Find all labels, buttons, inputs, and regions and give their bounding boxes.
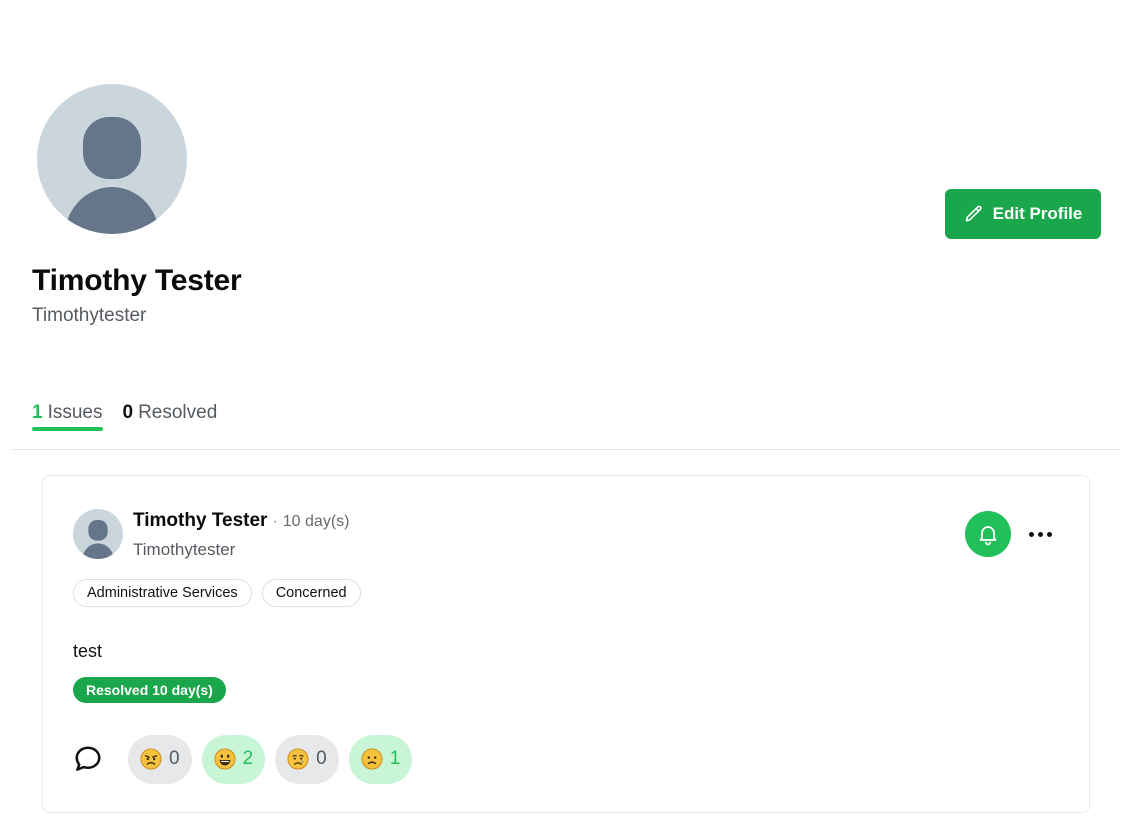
reaction-worried-button[interactable]: 1: [348, 734, 413, 784]
profile-name: Timothy Tester: [32, 264, 242, 297]
post-actions: 0 2 0 1: [73, 734, 413, 784]
reaction-angry-button[interactable]: 0: [128, 734, 192, 784]
post-separator: ·: [272, 513, 278, 530]
user-silhouette-icon: [64, 117, 160, 234]
post-body: test: [73, 641, 103, 661]
tab-resolved[interactable]: 0 Resolved: [123, 402, 218, 430]
user-silhouette-icon: [82, 520, 114, 559]
reaction-worried-count: 1: [389, 748, 401, 769]
edit-profile-button[interactable]: Edit Profile: [945, 189, 1101, 239]
comment-bubble-icon: [75, 746, 101, 771]
post-author-name[interactable]: Timothy Tester: [133, 510, 267, 532]
tag-category[interactable]: Administrative Services: [73, 579, 252, 607]
subscribe-bell-button[interactable]: [965, 511, 1011, 557]
grinning-face-icon: [214, 748, 236, 770]
pencil-icon: [965, 205, 982, 222]
tab-issues-label: Issues: [47, 402, 103, 423]
profile-tabs: 1 Issues 0 Resolved: [32, 402, 218, 431]
reaction-happy-count: 2: [242, 748, 254, 769]
more-dot-icon: [1046, 531, 1052, 537]
profile-username: Timothytester: [32, 305, 147, 326]
post-author-username: Timothytester: [133, 540, 236, 559]
comment-button[interactable]: [73, 734, 109, 784]
post-author-avatar[interactable]: [73, 509, 123, 559]
more-dot-icon: [1028, 531, 1034, 537]
bell-icon: [979, 526, 997, 546]
tab-issues-count: 1: [32, 402, 43, 423]
more-options-button[interactable]: [1022, 519, 1058, 549]
reaction-sad-button[interactable]: 0: [275, 734, 339, 784]
crying-face-icon: [287, 748, 309, 770]
status-badge: Resolved 10 day(s): [73, 677, 226, 703]
post-timestamp: 10 day(s): [282, 513, 350, 530]
post-tags: Administrative Services Concerned: [73, 579, 361, 607]
tag-sentiment[interactable]: Concerned: [261, 579, 361, 607]
tab-resolved-count: 0: [122, 402, 134, 423]
reaction-angry-count: 0: [169, 748, 180, 769]
post-header: Timothy Tester · 10 day(s): [133, 510, 349, 532]
worried-face-icon: [361, 748, 383, 770]
tabs-divider: [12, 449, 1121, 450]
reaction-happy-button[interactable]: 2: [201, 734, 266, 784]
more-dot-icon: [1037, 531, 1043, 537]
reaction-sad-count: 0: [316, 748, 327, 769]
tab-resolved-label: Resolved: [138, 402, 218, 423]
profile-avatar: [37, 84, 187, 234]
edit-profile-label: Edit Profile: [992, 204, 1083, 223]
angry-face-icon: [140, 748, 162, 770]
tab-issues[interactable]: 1 Issues: [32, 402, 103, 431]
